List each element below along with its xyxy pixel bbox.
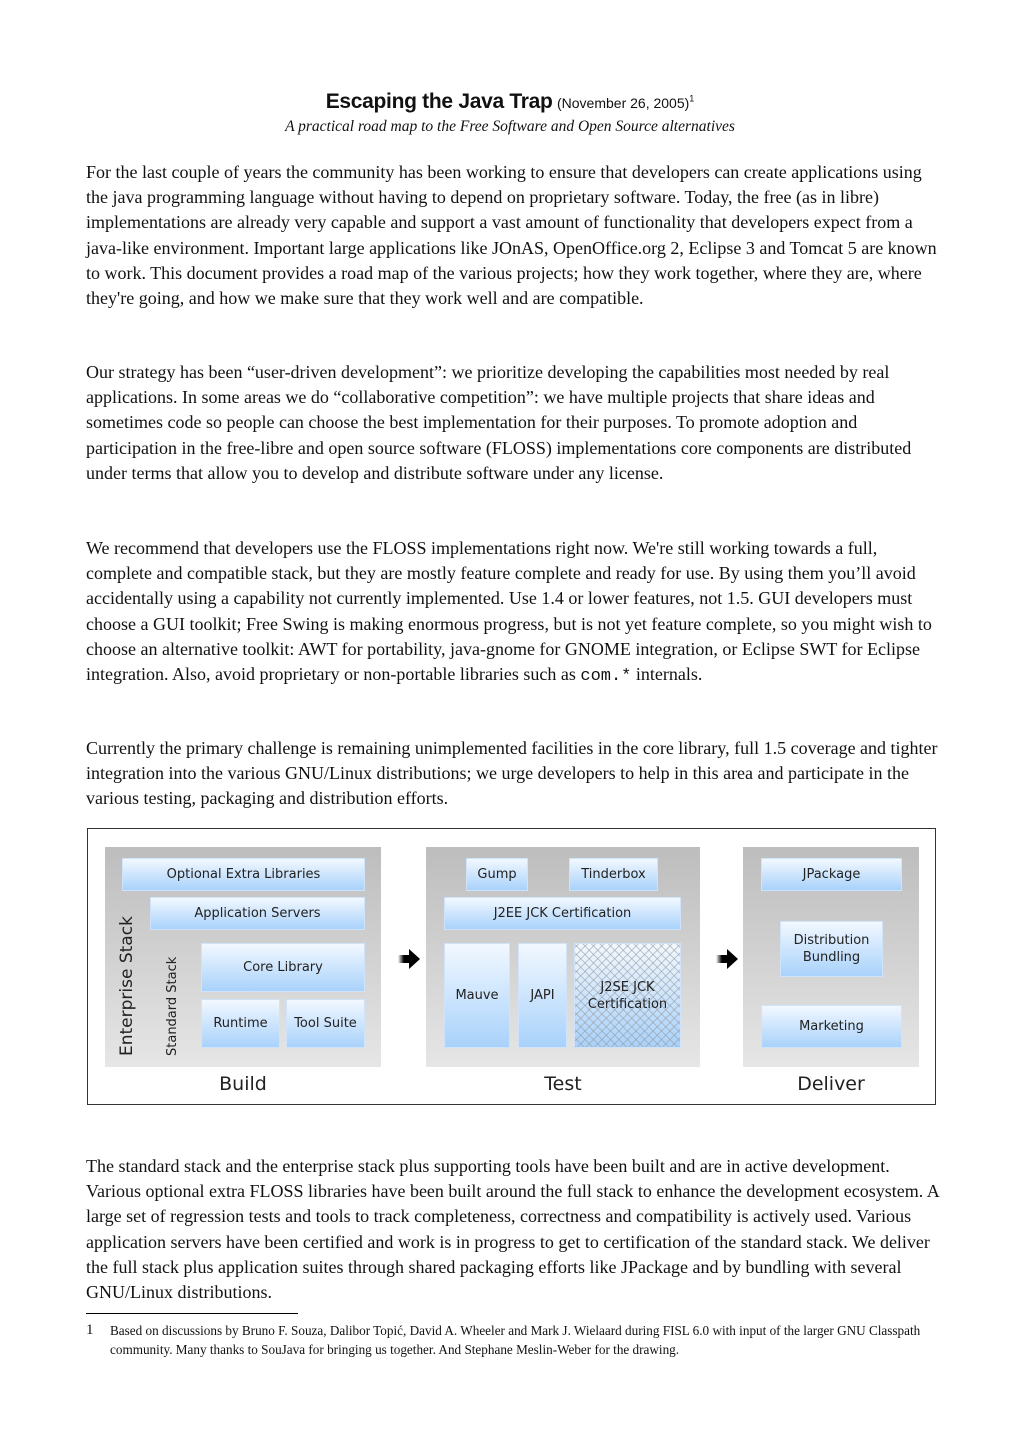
document-title: Escaping the Java Trap (November 26, 200… bbox=[0, 90, 1020, 114]
paragraph-strategy: Our strategy has been “user-driven devel… bbox=[86, 362, 912, 483]
paragraph-recommendation: We recommend that developers use the FLO… bbox=[86, 536, 941, 689]
phase-test-label: Test bbox=[544, 1073, 582, 1095]
standard-stack-label: Standard Stack bbox=[165, 956, 180, 1056]
block-distribution-bundling: Distribution Bundling bbox=[780, 921, 883, 977]
document-subtitle: A practical road map to the Free Softwar… bbox=[285, 118, 735, 135]
test-panel: Gump Tinderbox J2EE JCK Certification Ma… bbox=[426, 847, 700, 1067]
enterprise-stack-label: Enterprise Stack bbox=[117, 916, 137, 1056]
arrow-right-icon bbox=[398, 949, 420, 969]
build-panel: Optional Extra Libraries Application Ser… bbox=[105, 847, 381, 1067]
roadmap-diagram: Optional Extra Libraries Application Ser… bbox=[87, 828, 936, 1105]
block-j2ee-jck-certification: J2EE JCK Certification bbox=[444, 897, 681, 930]
block-optional-extra-libraries: Optional Extra Libraries bbox=[122, 858, 365, 891]
phase-build-label: Build bbox=[219, 1073, 267, 1095]
paragraph-challenge: Currently the primary challenge is remai… bbox=[86, 738, 938, 809]
block-jpackage: JPackage bbox=[761, 858, 902, 891]
deliver-panel: JPackage Distribution Bundling Marketing bbox=[743, 847, 919, 1067]
phase-deliver-label: Deliver bbox=[797, 1073, 865, 1095]
block-core-library: Core Library bbox=[201, 943, 365, 992]
recommendation-text: We recommend that developers use the FLO… bbox=[86, 538, 932, 685]
footnote-reference[interactable]: 1 bbox=[689, 94, 694, 104]
title-date: (November 26, 2005) bbox=[556, 95, 690, 111]
block-tinderbox: Tinderbox bbox=[569, 858, 658, 891]
block-tool-suite: Tool Suite bbox=[286, 999, 365, 1048]
footnote-number: 1 bbox=[86, 1322, 94, 1338]
code-snippet: com.* bbox=[580, 667, 632, 687]
block-japi: JAPI bbox=[518, 943, 567, 1048]
block-j2se-jck-certification: J2SE JCK Certification bbox=[574, 943, 681, 1048]
paragraph-summary: The standard stack and the enterprise st… bbox=[86, 1156, 939, 1303]
footnote-separator bbox=[86, 1313, 298, 1314]
footnote-text: Based on discussions by Bruno F. Souza, … bbox=[110, 1323, 921, 1357]
footnote: 1 Based on discussions by Bruno F. Souza… bbox=[86, 1321, 946, 1359]
recommendation-text-end: internals. bbox=[631, 664, 703, 685]
title-text: Escaping the Java Trap bbox=[325, 90, 553, 113]
arrow-right-icon bbox=[716, 949, 738, 969]
paragraph-intro: For the last couple of years the communi… bbox=[86, 162, 937, 309]
block-marketing: Marketing bbox=[761, 1005, 902, 1048]
block-mauve: Mauve bbox=[444, 943, 510, 1048]
block-gump: Gump bbox=[466, 858, 528, 891]
block-application-servers: Application Servers bbox=[150, 897, 365, 930]
block-runtime: Runtime bbox=[201, 999, 280, 1048]
